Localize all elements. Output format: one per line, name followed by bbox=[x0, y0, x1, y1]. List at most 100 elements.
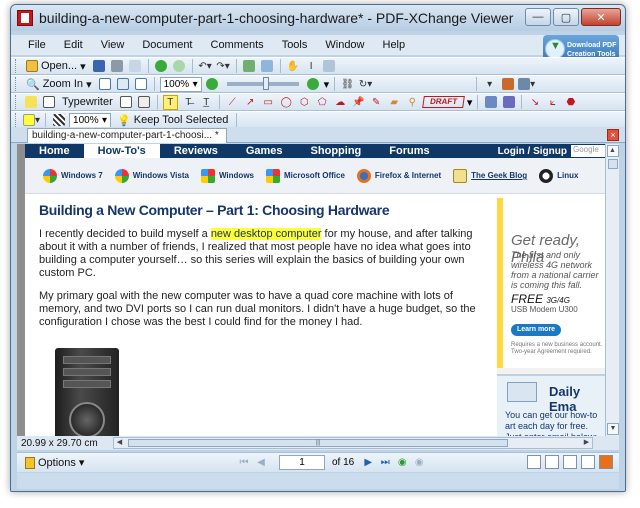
sticky-note-icon[interactable] bbox=[23, 95, 38, 110]
line-icon[interactable]: ⟋ bbox=[225, 95, 240, 110]
category-windows[interactable]: Windows bbox=[200, 168, 254, 183]
scroll-left-arrow-icon[interactable]: ◀ bbox=[114, 438, 125, 448]
hand-tool-icon[interactable]: ✋ bbox=[286, 59, 301, 74]
horizontal-scrollbar[interactable]: ◀ ||| ▶ bbox=[113, 437, 593, 449]
category-vista[interactable]: Windows Vista bbox=[114, 168, 189, 183]
category-geek-blog[interactable]: The Geek Blog bbox=[453, 168, 527, 183]
opacity-select[interactable]: 100% ▾ bbox=[69, 112, 112, 128]
zoom-out-icon[interactable] bbox=[205, 77, 220, 92]
close-button[interactable]: ✕ bbox=[581, 8, 621, 26]
menu-tools[interactable]: Tools bbox=[273, 39, 317, 51]
email-icon[interactable] bbox=[128, 59, 143, 74]
options-button[interactable]: Options ▾ bbox=[25, 456, 84, 469]
continuous-page-icon[interactable] bbox=[545, 455, 559, 469]
category-linux[interactable]: Linux bbox=[539, 168, 579, 183]
underline-icon[interactable]: T̲ bbox=[199, 95, 214, 110]
menu-window[interactable]: Window bbox=[316, 39, 373, 51]
draft-stamp-button[interactable]: DRAFT bbox=[421, 96, 465, 108]
next-page-icon[interactable]: ▶ bbox=[361, 456, 375, 470]
scroll-right-arrow-icon[interactable]: ▶ bbox=[581, 438, 592, 448]
close-tab-icon[interactable]: × bbox=[607, 129, 619, 141]
actual-size-icon[interactable] bbox=[98, 77, 113, 92]
learn-more-button[interactable]: Learn more bbox=[511, 324, 561, 336]
menu-document[interactable]: Document bbox=[133, 39, 201, 51]
measure-area-icon[interactable]: ⬣ bbox=[563, 95, 578, 110]
keep-tool-selected-button[interactable]: 💡 Keep Tool Selected bbox=[114, 113, 231, 128]
toolbar-grip[interactable] bbox=[15, 59, 18, 73]
continuous-facing-icon[interactable] bbox=[581, 455, 595, 469]
callout-icon[interactable] bbox=[119, 95, 134, 110]
oval-icon[interactable]: ◯ bbox=[279, 95, 294, 110]
open-button[interactable]: Open... ▾ bbox=[23, 59, 89, 74]
textbox-icon[interactable] bbox=[41, 95, 56, 110]
select-text-icon[interactable]: I bbox=[304, 59, 319, 74]
site-nav-home[interactable]: Home bbox=[25, 144, 84, 158]
previous-page-icon[interactable]: ◀ bbox=[254, 456, 268, 470]
site-nav-forums[interactable]: Forums bbox=[375, 144, 443, 158]
toolbar-grip[interactable] bbox=[15, 113, 18, 127]
save-icon[interactable] bbox=[92, 59, 107, 74]
document-viewport[interactable]: Home How-To's Reviews Games Shopping For… bbox=[17, 144, 605, 436]
zoom-slider-knob[interactable] bbox=[262, 77, 269, 90]
redo-icon[interactable]: ↷▾ bbox=[216, 59, 231, 74]
attach-icon[interactable] bbox=[483, 95, 498, 110]
paste-icon[interactable] bbox=[260, 59, 275, 74]
pentagon-icon[interactable]: ⬠ bbox=[315, 95, 330, 110]
zoom-plus-icon[interactable] bbox=[306, 77, 321, 92]
single-page-icon[interactable] bbox=[527, 455, 541, 469]
site-login-link[interactable]: Login / Signup bbox=[498, 146, 567, 157]
menu-view[interactable]: View bbox=[92, 39, 134, 51]
measure-distance-icon[interactable]: ↘ bbox=[527, 95, 542, 110]
stamp-icon[interactable]: ▾ bbox=[482, 77, 497, 92]
opacity-icon[interactable] bbox=[51, 113, 66, 128]
zoom-in-button[interactable]: 🔍 Zoom In ▾ bbox=[23, 77, 95, 92]
rectangle-icon[interactable]: ▭ bbox=[261, 95, 276, 110]
scroll-up-arrow-icon[interactable]: ▲ bbox=[606, 145, 619, 157]
forward-view-icon[interactable]: ◉ bbox=[412, 456, 426, 470]
category-office[interactable]: Microsoft Office bbox=[266, 168, 345, 183]
strikeout-icon[interactable]: T̶ bbox=[181, 95, 196, 110]
print-icon[interactable] bbox=[110, 59, 125, 74]
page-number-input[interactable]: 1 bbox=[279, 455, 325, 470]
site-nav-shopping[interactable]: Shopping bbox=[297, 144, 376, 158]
polygon-icon[interactable]: ⬡ bbox=[297, 95, 312, 110]
category-firefox[interactable]: Firefox & Internet bbox=[356, 168, 441, 183]
snapshot-icon[interactable] bbox=[322, 59, 337, 74]
forward-icon[interactable] bbox=[172, 59, 187, 74]
arrow-icon[interactable]: ↗ bbox=[243, 95, 258, 110]
highlighted-link[interactable]: new desktop computer bbox=[210, 228, 322, 240]
zoom-select[interactable]: 100% ▾ bbox=[159, 76, 202, 92]
zoom-slider[interactable] bbox=[226, 77, 299, 90]
cloud-icon[interactable]: ☁ bbox=[333, 95, 348, 110]
document-tab[interactable]: building-a-new-computer-part-1-choosi...… bbox=[27, 128, 227, 143]
fit-width-icon[interactable] bbox=[134, 77, 149, 92]
typewriter-button[interactable]: Typewriter bbox=[59, 95, 116, 110]
toolbar-grip[interactable] bbox=[15, 95, 18, 109]
maximize-button[interactable]: ▢ bbox=[553, 8, 579, 26]
category-windows7[interactable]: Windows 7 bbox=[43, 168, 103, 183]
settings-icon[interactable]: ▾ bbox=[518, 77, 535, 92]
menu-edit[interactable]: Edit bbox=[55, 39, 92, 51]
wireless-ad[interactable]: Get ready, Phila The first and only wire… bbox=[497, 198, 605, 368]
signature-icon[interactable] bbox=[500, 77, 515, 92]
menu-help[interactable]: Help bbox=[374, 39, 415, 51]
pin-icon[interactable]: 📌 bbox=[351, 95, 366, 110]
horizontal-scroll-thumb[interactable]: ||| bbox=[128, 439, 508, 447]
back-icon[interactable] bbox=[154, 59, 169, 74]
site-nav-howtos[interactable]: How-To's bbox=[83, 144, 160, 158]
eraser-icon[interactable]: ▰ bbox=[387, 95, 402, 110]
stamp-tool-icon[interactable]: ⚲ bbox=[405, 95, 420, 110]
toolbar-grip[interactable] bbox=[15, 77, 18, 91]
textbox-2-icon[interactable] bbox=[137, 95, 152, 110]
back-view-icon[interactable]: ◉ bbox=[395, 456, 409, 470]
pencil-icon[interactable]: ✎ bbox=[369, 95, 384, 110]
first-page-icon[interactable]: ⏮ bbox=[237, 456, 251, 470]
last-page-icon[interactable]: ⏭ bbox=[378, 456, 392, 470]
fill-color-icon[interactable]: ▾ bbox=[23, 113, 40, 128]
undo-icon[interactable]: ↶▾ bbox=[198, 59, 213, 74]
scroll-down-arrow-icon[interactable]: ▼ bbox=[607, 423, 619, 435]
site-nav-games[interactable]: Games bbox=[232, 144, 297, 158]
site-search-input[interactable]: Google bbox=[571, 145, 605, 157]
pdf-tools-icon[interactable] bbox=[599, 455, 613, 469]
fit-page-icon[interactable] bbox=[116, 77, 131, 92]
